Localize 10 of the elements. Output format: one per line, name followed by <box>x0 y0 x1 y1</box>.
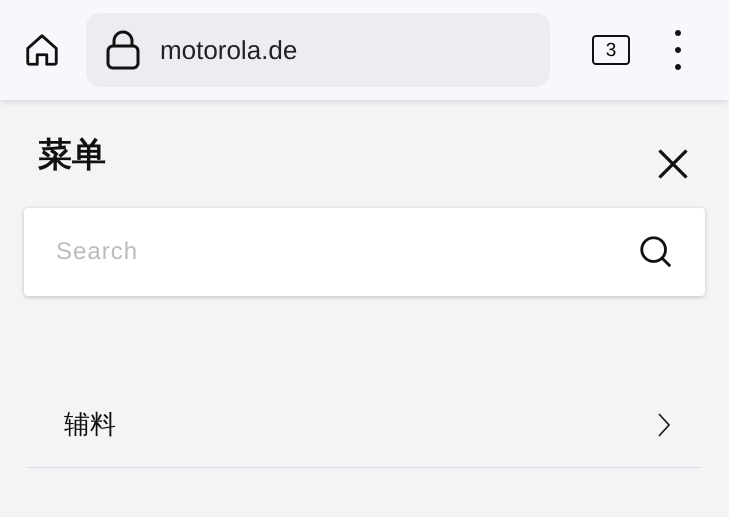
lock-icon <box>106 30 140 70</box>
address-bar[interactable]: motorola.de <box>86 13 550 87</box>
menu-item-label: 辅料 <box>64 408 116 441</box>
menu-title: 菜单 <box>38 135 106 176</box>
url-text: motorola.de <box>160 34 298 66</box>
search-field[interactable]: Search <box>56 234 637 270</box>
chevron-right-icon <box>657 412 671 438</box>
search-box[interactable]: Search <box>24 208 705 296</box>
tab-count-button[interactable]: 3 <box>592 35 630 65</box>
menu-item[interactable]: 辅料 <box>28 382 701 468</box>
